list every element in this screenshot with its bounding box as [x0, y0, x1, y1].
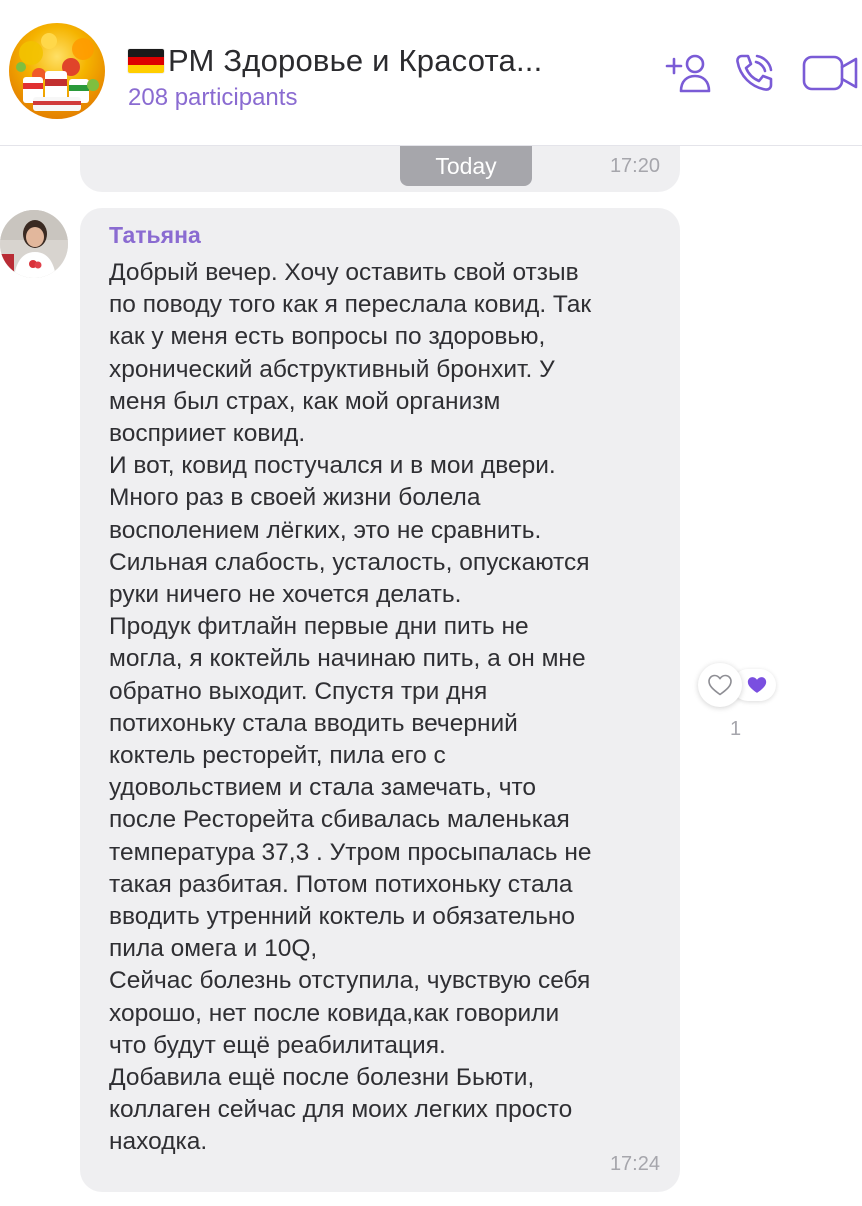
message-time: 17:24: [609, 1153, 660, 1175]
call-icon[interactable]: [732, 50, 776, 96]
message-bubble[interactable]: Татьяна Добрый вечер. Хочу оставить свой…: [80, 208, 680, 1192]
message-list[interactable]: 17:20 Today Татьяна Добрый вечер. Хочу о…: [0, 116, 862, 1206]
chat-title-row[interactable]: РМ Здоровье и Красота...: [128, 40, 542, 82]
participants-count[interactable]: 208 participants: [128, 84, 297, 112]
add-participant-icon[interactable]: [664, 50, 712, 96]
group-avatar[interactable]: [9, 23, 105, 119]
sender-avatar[interactable]: [0, 210, 68, 278]
message-reactions[interactable]: [698, 663, 780, 707]
sender-name[interactable]: Татьяна: [109, 222, 201, 249]
heart-filled-icon: [747, 677, 767, 693]
germany-flag-icon: [128, 49, 164, 73]
message-text: Добрый вечер. Хочу оставить свой отзыв п…: [109, 259, 592, 1156]
previous-message-time: 17:20: [609, 155, 660, 177]
video-call-icon[interactable]: [800, 50, 860, 96]
chat-title: РМ Здоровье и Красота...: [168, 43, 543, 78]
reaction-count: 1: [730, 718, 742, 740]
date-separator: Today: [400, 146, 532, 186]
chat-header: РМ Здоровье и Красота... 208 participant…: [0, 0, 862, 146]
heart-outline-icon[interactable]: [698, 663, 742, 707]
viber-chat-window: РМ Здоровье и Красота... 208 participant…: [0, 0, 862, 1206]
